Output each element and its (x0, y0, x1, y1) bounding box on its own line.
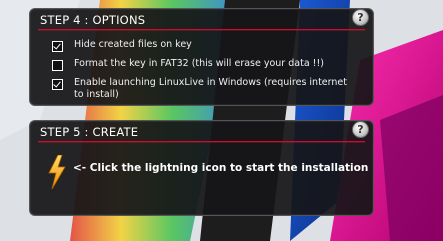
enable-launching-label[interactable]: Enable launching LinuxLive in Windows (r… (74, 77, 359, 101)
options-divider (38, 29, 365, 30)
create-panel: STEP 5 : CREATE ? <- Click the lightning… (29, 120, 374, 216)
create-divider (38, 141, 365, 142)
lightning-icon[interactable] (47, 155, 67, 189)
hide-files-checkbox[interactable] (52, 41, 63, 52)
app-window: STEP 4 : OPTIONS ? Hide created files on… (0, 0, 443, 241)
format-fat32-label[interactable]: Format the key in FAT32 (this will erase… (74, 58, 324, 70)
option-format-fat32[interactable]: Format the key in FAT32 (this will erase… (52, 58, 324, 71)
option-hide-files[interactable]: Hide created files on key (52, 39, 192, 52)
question-icon[interactable]: ? (352, 9, 369, 26)
create-instruction: <- Click the lightning icon to start the… (73, 162, 369, 174)
create-title: STEP 5 : CREATE (40, 125, 139, 139)
option-enable-launching[interactable]: Enable launching LinuxLive in Windows (r… (52, 77, 359, 101)
hide-files-label[interactable]: Hide created files on key (74, 39, 192, 51)
enable-launching-checkbox[interactable] (52, 79, 63, 90)
question-icon[interactable]: ? (352, 121, 369, 138)
options-title: STEP 4 : OPTIONS (40, 13, 146, 27)
format-fat32-checkbox[interactable] (52, 60, 63, 71)
options-panel: STEP 4 : OPTIONS ? Hide created files on… (29, 8, 374, 106)
